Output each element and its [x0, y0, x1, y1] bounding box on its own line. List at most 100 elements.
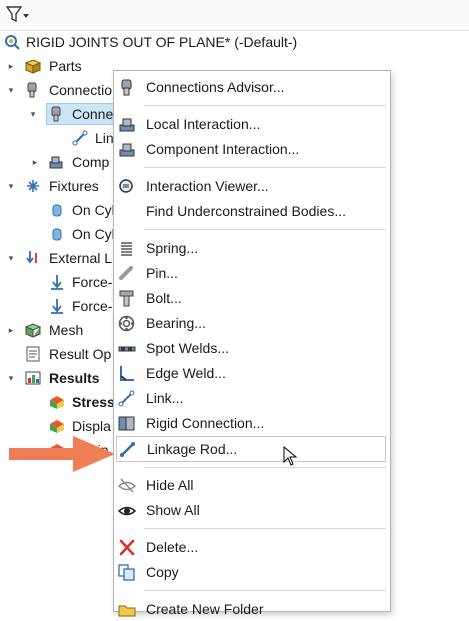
menu-item-label: Rigid Connection...	[146, 415, 265, 431]
mesh-icon	[25, 323, 41, 338]
tree-item-label: On Cyl	[72, 202, 115, 218]
menu-item-label: Copy	[146, 564, 179, 580]
tree-item-label: Fixtures	[49, 178, 99, 194]
tree-item-fixtures[interactable]: ▾ Fixtures	[0, 175, 120, 197]
feature-tree-toolbar	[0, 0, 469, 31]
menu-item-label: Pin...	[146, 265, 178, 281]
menu-item-edge-weld[interactable]: Edge Weld...	[114, 361, 390, 385]
tree-item-label: Comp	[72, 154, 110, 170]
menu-item-copy[interactable]: Copy	[114, 560, 390, 584]
menu-item-hide-all[interactable]: Hide All	[114, 473, 390, 497]
tree-root[interactable]: RIGID JOINTS OUT OF PLANE* (-Default-)	[4, 31, 304, 53]
linkage-rod-icon	[120, 442, 135, 457]
tree-item-label: Lin	[95, 130, 114, 146]
collapse-arrow-icon[interactable]: ▾	[5, 79, 17, 101]
menu-item-local-interaction[interactable]: Local Interaction...	[114, 112, 390, 136]
expand-arrow-icon[interactable]: ▸	[5, 319, 17, 341]
menu-item-label: Connections Advisor...	[146, 79, 285, 95]
menu-item-label: Local Interaction...	[146, 116, 261, 132]
menu-item-label: Edge Weld...	[146, 365, 226, 381]
menu-separator	[144, 528, 386, 529]
tree-item-force-1[interactable]: Force-	[0, 271, 120, 293]
force-icon	[51, 275, 63, 290]
tree-item-label: Force-	[72, 298, 113, 314]
stress-plot-icon	[50, 396, 64, 409]
menu-item-linkage-rod[interactable]: Linkage Rod...	[116, 436, 386, 462]
tree-item-external-loads[interactable]: ▾ External L	[0, 247, 120, 269]
cylinder-fixture-icon	[52, 228, 62, 241]
tree-item-mesh[interactable]: ▸ Mesh	[0, 319, 120, 341]
fixtures-icon	[27, 180, 39, 192]
menu-item-label: Show All	[146, 502, 200, 518]
displacement-plot-icon	[50, 420, 64, 433]
mouse-cursor-icon	[283, 446, 297, 466]
menu-item-connections-advisor[interactable]: Connections Advisor...	[114, 75, 390, 99]
menu-item-create-new-folder[interactable]: Create New Folder	[114, 597, 390, 621]
tree-item-connections[interactable]: ▾ Connectio	[0, 79, 120, 101]
menu-separator	[144, 467, 386, 468]
spot-welds-icon	[118, 346, 136, 352]
menu-item-spot-welds[interactable]: Spot Welds...	[114, 336, 390, 360]
menu-item-bearing[interactable]: Bearing...	[114, 311, 390, 335]
tree-item-connections-advisor[interactable]: Connec	[46, 103, 120, 125]
tree-item-force-2[interactable]: Force-	[0, 295, 120, 317]
collapse-arrow-icon[interactable]: ▾	[25, 103, 37, 125]
tree-item-label: Force-	[72, 274, 113, 290]
tree-item-result-options[interactable]: Result Op	[0, 343, 120, 365]
tree-item-label: External L	[49, 250, 113, 266]
show-all-icon	[118, 506, 136, 516]
new-folder-icon	[118, 605, 136, 617]
menu-item-find-underconstrained[interactable]: Find Underconstrained Bodies...	[114, 199, 390, 223]
menu-item-show-all[interactable]: Show All	[114, 498, 390, 522]
menu-item-label: Create New Folder	[146, 601, 264, 617]
tree-item-label: Connectio	[49, 82, 113, 98]
tree-item-fixture-2[interactable]: On Cyl	[0, 223, 120, 245]
menu-item-spring[interactable]: Spring...	[114, 236, 390, 260]
tree-item-stress[interactable]: Stress	[0, 391, 120, 413]
collapse-arrow-icon[interactable]: ▾	[5, 175, 17, 197]
filter-icon[interactable]	[6, 5, 30, 25]
tree-item-label: Mesh	[49, 322, 84, 338]
bolt-icon	[119, 290, 134, 307]
result-options-icon	[26, 346, 40, 362]
tree-item-label: On Cyl	[72, 226, 115, 242]
menu-item-rigid-connection[interactable]: Rigid Connection...	[114, 411, 390, 435]
link-icon	[118, 390, 135, 407]
connections-icon	[51, 106, 61, 122]
tree-item-link[interactable]: Lin	[0, 127, 120, 149]
pin-icon	[119, 266, 133, 280]
menu-item-link[interactable]: Link...	[114, 386, 390, 410]
parts-icon	[25, 59, 41, 74]
tree-item-component[interactable]: ▸ Comp	[0, 151, 120, 173]
menu-item-delete[interactable]: Delete...	[114, 535, 390, 559]
root-label: RIGID JOINTS OUT OF PLANE* (-Default-)	[26, 34, 298, 50]
tree-item-label: Parts	[49, 58, 82, 74]
menu-separator	[144, 105, 386, 106]
tree-item-parts[interactable]: ▸ Parts	[0, 55, 120, 77]
menu-item-label: Find Underconstrained Bodies...	[146, 203, 346, 219]
menu-item-pin[interactable]: Pin...	[114, 261, 390, 285]
force-icon	[51, 299, 63, 314]
tree-item-fixture-1[interactable]: On Cyl	[0, 199, 120, 221]
menu-separator	[144, 229, 386, 230]
expand-arrow-icon[interactable]: ▸	[29, 151, 41, 173]
menu-item-label: Interaction Viewer...	[146, 178, 269, 194]
spring-icon	[121, 242, 132, 256]
pointer-arrow-icon	[9, 436, 115, 472]
study-icon	[5, 35, 20, 50]
context-menu: Connections Advisor... Local Interaction…	[113, 70, 391, 617]
menu-item-interaction-viewer[interactable]: Interaction Viewer...	[114, 174, 390, 198]
expand-arrow-icon[interactable]: ▸	[5, 55, 17, 77]
menu-item-bolt[interactable]: Bolt...	[114, 286, 390, 310]
collapse-arrow-icon[interactable]: ▾	[5, 367, 17, 389]
menu-separator	[144, 167, 386, 168]
rigid-connection-icon	[118, 416, 135, 431]
tree-item-displacement[interactable]: Displa	[0, 415, 120, 437]
tree-item-label: Result Op	[49, 346, 112, 362]
menu-item-component-interaction[interactable]: Component Interaction...	[114, 137, 390, 161]
edge-weld-icon	[120, 366, 134, 381]
menu-item-label: Linkage Rod...	[147, 441, 238, 457]
component-interaction-icon	[119, 143, 135, 157]
collapse-arrow-icon[interactable]: ▾	[5, 247, 17, 269]
tree-item-results[interactable]: ▾ Results	[0, 367, 120, 389]
